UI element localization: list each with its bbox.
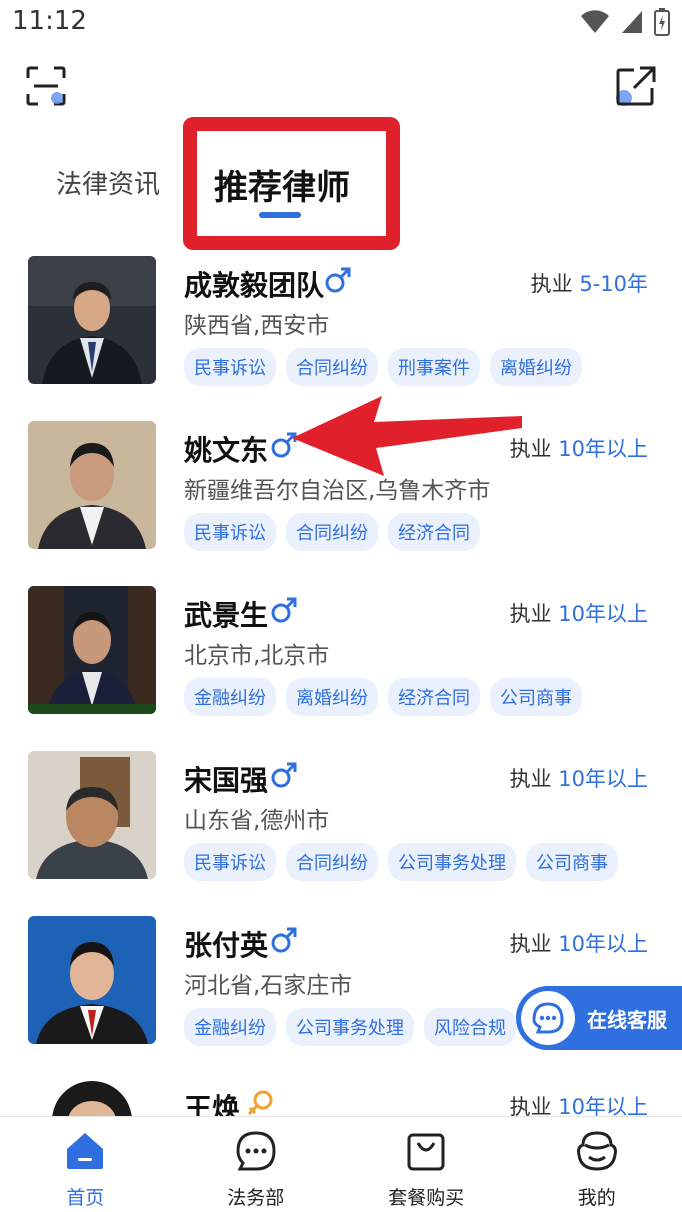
profile-icon [576, 1131, 617, 1171]
lawyer-name: 张付英 [184, 929, 269, 962]
top-bar [0, 58, 682, 114]
specialty-tag: 经济合同 [388, 513, 480, 551]
highlight-annotation-box [183, 117, 400, 250]
practice-label: 执业 [509, 932, 559, 956]
lawyer-region: 河北省,石家庄市 [184, 973, 353, 999]
lawyer-card[interactable]: 武景生 执业 10年以上 北京市,北京市 金融纠纷 离婚纠纷 经济合同 公司商事 [0, 586, 682, 736]
practice-years-value: 10年以上 [558, 767, 648, 791]
specialty-tags: 民事诉讼 合同纠纷 公司事务处理 公司商事 [184, 843, 618, 881]
share-button[interactable] [614, 64, 658, 108]
lawyer-avatar [28, 586, 156, 714]
battery-icon [654, 8, 670, 36]
nav-home[interactable]: 首页 [0, 1117, 171, 1212]
specialty-tag: 金融纠纷 [184, 678, 276, 716]
lawyer-avatar [52, 1081, 132, 1116]
online-service-button[interactable]: 在线客服 [516, 986, 682, 1050]
practice-years-value: 10年以上 [558, 932, 648, 956]
external-link-icon [616, 66, 656, 106]
specialty-tag: 金融纠纷 [184, 1008, 276, 1046]
specialty-tags: 民事诉讼 合同纠纷 刑事案件 离婚纠纷 [184, 348, 582, 386]
specialty-tag: 经济合同 [388, 678, 480, 716]
specialty-tag: 公司商事 [490, 678, 582, 716]
practice-years: 执业 10年以上 [510, 763, 648, 793]
lawyer-region: 山东省,德州市 [184, 808, 330, 834]
lawyer-name: 宋国强 [184, 764, 269, 797]
practice-years-value: 10年以上 [558, 437, 648, 461]
specialty-tag: 刑事案件 [388, 348, 480, 386]
lawyer-name: 王焕 [184, 1092, 241, 1116]
shopping-bag-icon [407, 1133, 445, 1171]
nav-legal-dept[interactable]: 法务部 [171, 1117, 342, 1212]
nav-packages-label: 套餐购买 [388, 1187, 465, 1209]
lawyer-card[interactable]: 王焕 执业 10年以上 [0, 1081, 682, 1116]
headset-icon [521, 991, 575, 1045]
specialty-tag: 民事诉讼 [184, 348, 276, 386]
lawyer-avatar [28, 256, 156, 384]
lawyer-region: 北京市,北京市 [184, 643, 330, 669]
lawyer-card[interactable]: 宋国强 执业 10年以上 山东省,德州市 民事诉讼 合同纠纷 公司事务处理 公司… [0, 751, 682, 901]
specialty-tag: 民事诉讼 [184, 513, 276, 551]
specialty-tags: 金融纠纷 离婚纠纷 经济合同 公司商事 [184, 678, 582, 716]
practice-years-value: 5-10年 [579, 272, 648, 296]
practice-years: 执业 10年以上 [510, 433, 648, 463]
male-icon [271, 597, 297, 623]
practice-label: 执业 [530, 272, 580, 296]
male-icon [271, 927, 297, 953]
practice-years-value: 10年以上 [558, 1095, 648, 1116]
male-icon [325, 267, 351, 293]
scan-button[interactable] [24, 64, 68, 108]
lawyer-name: 姚文东 [184, 434, 269, 467]
specialty-tag: 离婚纠纷 [286, 678, 378, 716]
specialty-tags: 金融纠纷 公司事务处理 风险合规 [184, 1008, 516, 1046]
specialty-tag: 民事诉讼 [184, 843, 276, 881]
signal-icon [622, 11, 642, 33]
specialty-tag: 合同纠纷 [286, 348, 378, 386]
lawyer-avatar [28, 916, 156, 1044]
male-icon [271, 762, 297, 788]
nav-packages[interactable]: 套餐购买 [341, 1117, 512, 1212]
lawyer-region: 陕西省,西安市 [184, 313, 330, 339]
status-bar: 11:12 [0, 0, 682, 46]
nav-home-label: 首页 [66, 1187, 105, 1209]
home-icon [67, 1133, 104, 1169]
online-service-label: 在线客服 [587, 1007, 667, 1032]
practice-years: 执业 10年以上 [510, 598, 648, 628]
tab-legal-news[interactable]: 法律资讯 [56, 164, 160, 201]
specialty-tag: 合同纠纷 [286, 513, 378, 551]
nav-legal-dept-label: 法务部 [227, 1187, 285, 1209]
practice-label: 执业 [509, 767, 559, 791]
practice-label: 执业 [509, 602, 559, 626]
specialty-tag: 离婚纠纷 [490, 348, 582, 386]
bottom-nav: 首页 法务部 套餐购买 我的 [0, 1116, 682, 1212]
wifi-icon [581, 10, 609, 34]
red-arrow-annotation [292, 396, 522, 476]
nav-profile-label: 我的 [577, 1187, 616, 1209]
practice-years: 执业 10年以上 [510, 1091, 648, 1116]
chat-icon [236, 1131, 276, 1171]
specialty-tag: 公司事务处理 [388, 843, 516, 881]
practice-years-value: 10年以上 [558, 602, 648, 626]
lawyer-card[interactable]: 成敦毅团队 执业 5-10年 陕西省,西安市 民事诉讼 合同纠纷 刑事案件 离婚… [0, 256, 682, 406]
lawyer-avatar [28, 421, 156, 549]
specialty-tag: 合同纠纷 [286, 843, 378, 881]
lawyer-name: 武景生 [184, 599, 269, 632]
scan-icon [26, 66, 66, 106]
status-icons [580, 8, 670, 36]
practice-label: 执业 [509, 1095, 559, 1116]
lawyer-avatar [28, 751, 156, 879]
specialty-tag: 公司商事 [526, 843, 618, 881]
lawyer-name: 成敦毅团队 [184, 269, 325, 302]
nav-profile[interactable]: 我的 [512, 1117, 682, 1212]
specialty-tag: 风险合规 [424, 1008, 516, 1046]
status-time: 11:12 [12, 6, 87, 36]
specialty-tag: 公司事务处理 [286, 1008, 414, 1046]
practice-years: 执业 10年以上 [510, 928, 648, 958]
female-icon [247, 1090, 273, 1116]
practice-years: 执业 5-10年 [531, 268, 648, 298]
specialty-tags: 民事诉讼 合同纠纷 经济合同 [184, 513, 480, 551]
